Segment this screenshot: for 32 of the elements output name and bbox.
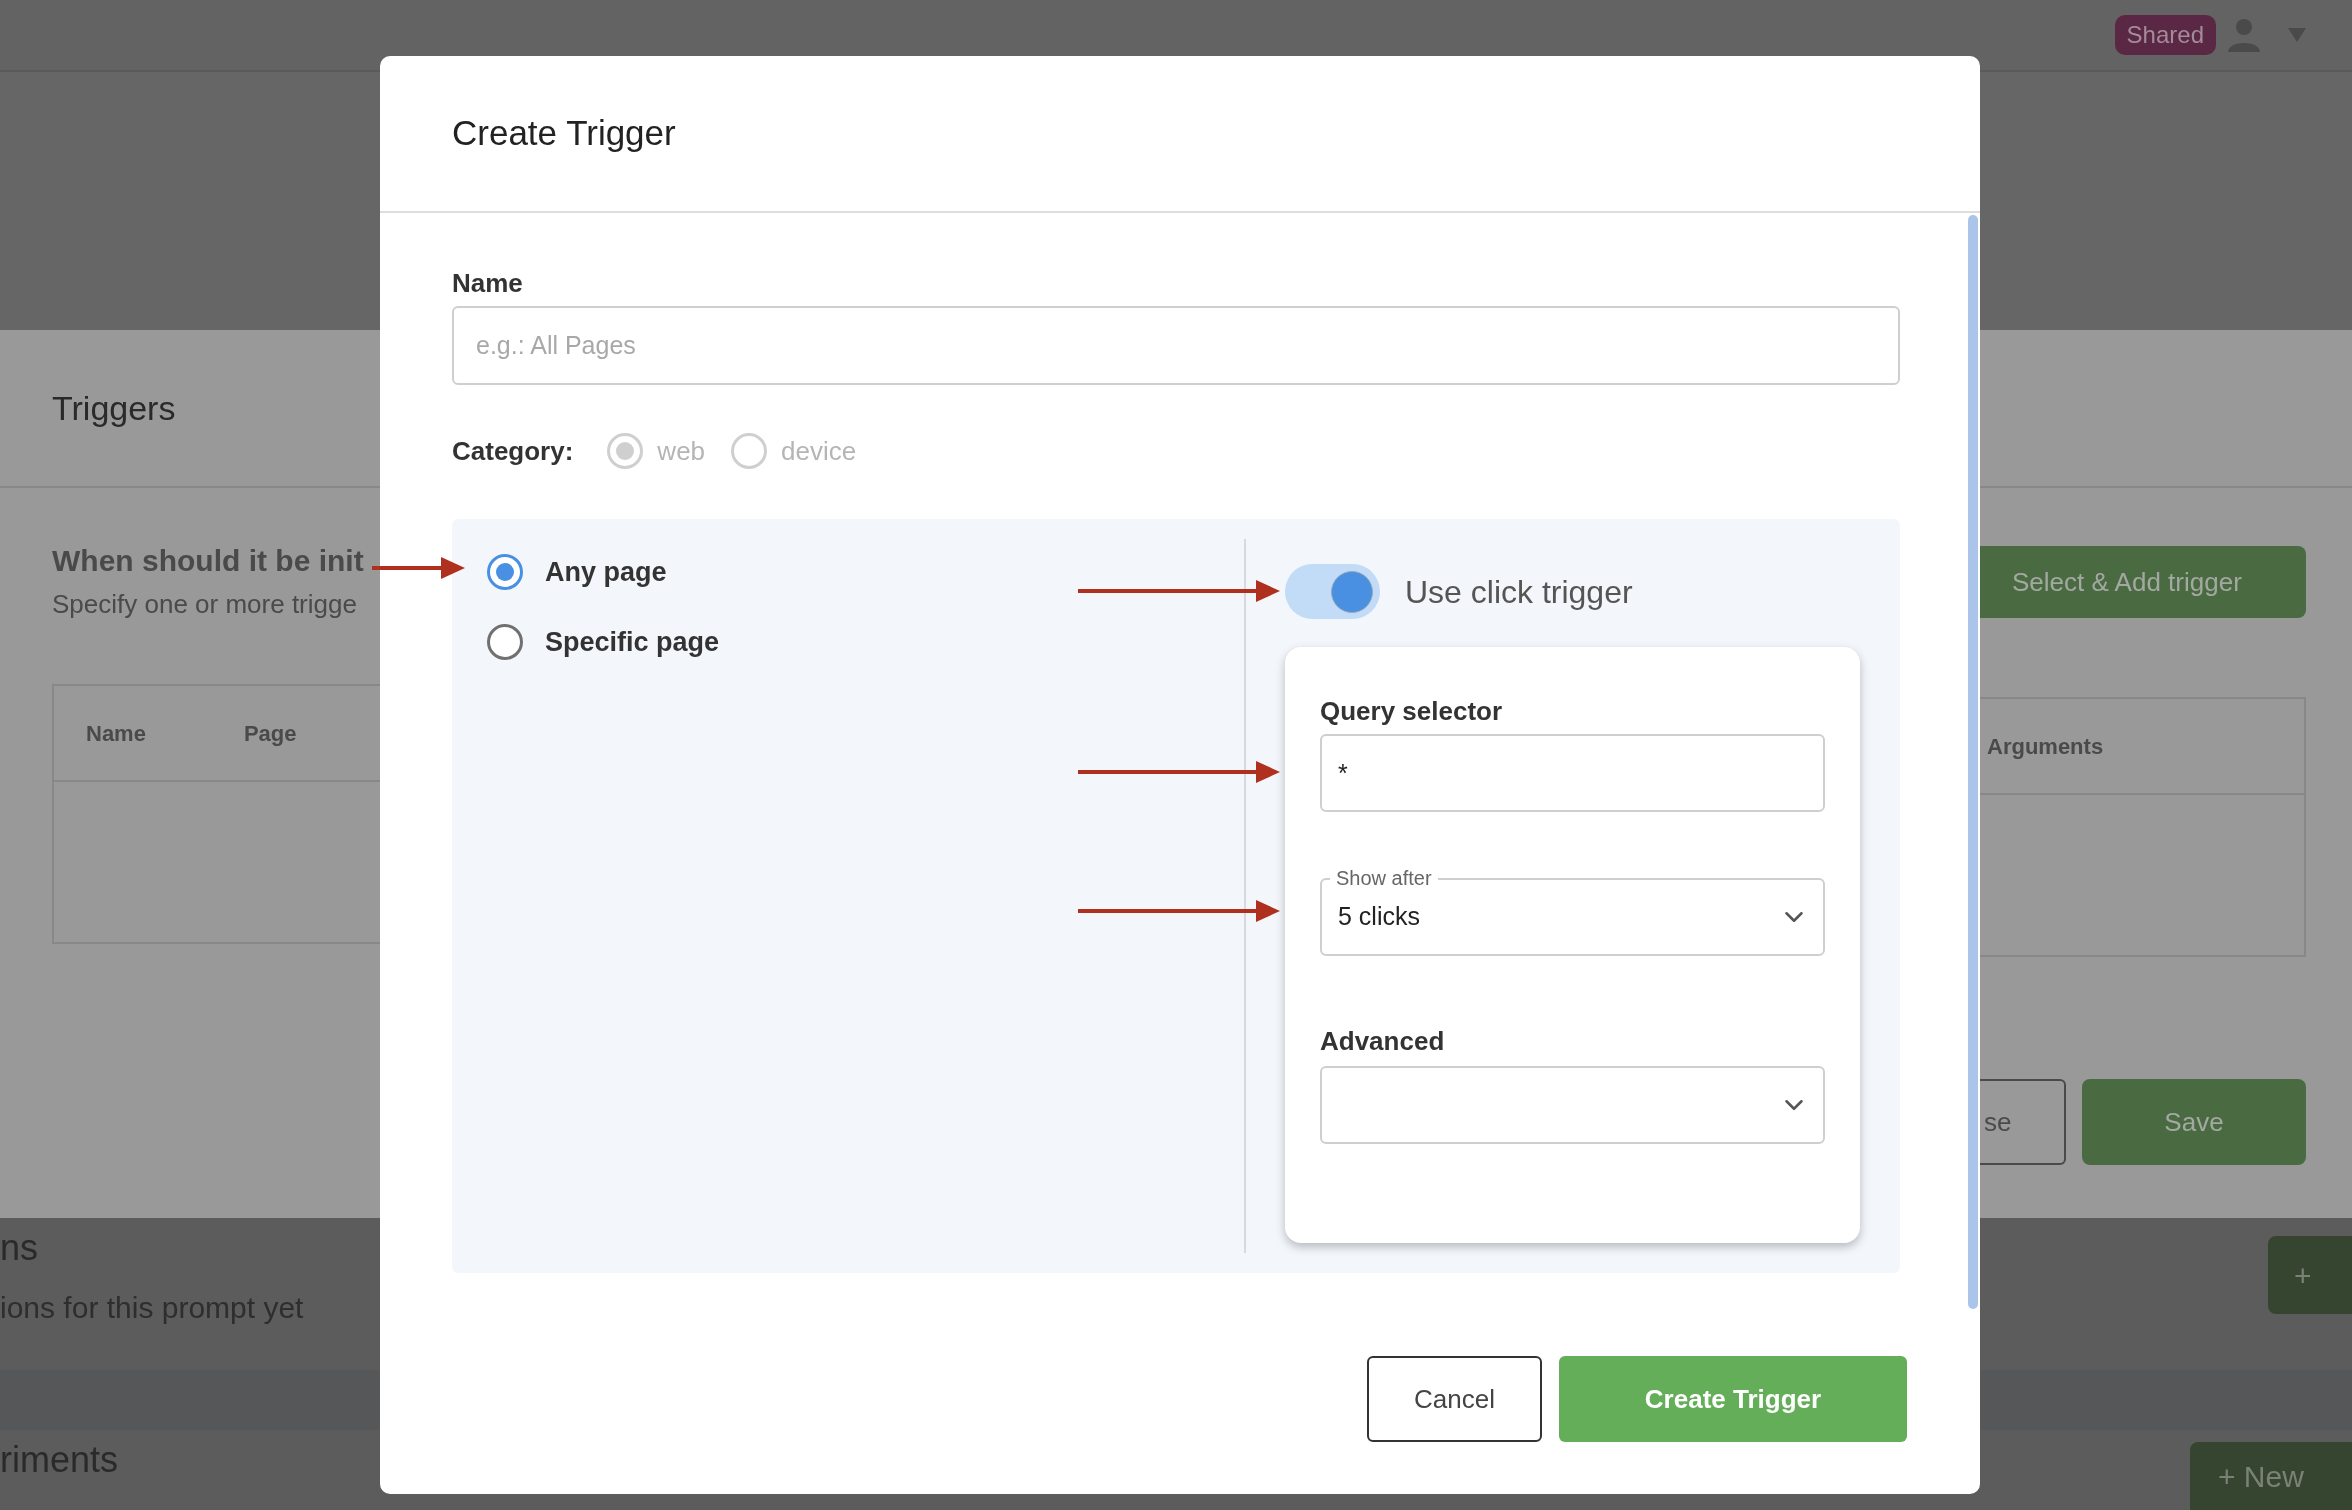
category-label: Category:: [452, 434, 574, 468]
save-button[interactable]: Save: [2082, 1079, 2306, 1165]
question-text: When should it be init: [51, 543, 365, 579]
radio-label: Specific page: [545, 625, 720, 659]
column-header: Name: [86, 719, 146, 748]
column-header: Page: [243, 719, 297, 748]
field-label: Name: [452, 269, 524, 297]
user-icon[interactable]: [2226, 18, 2262, 52]
radio-label: web: [657, 434, 706, 468]
name-field[interactable]: e.g.: All Pages: [452, 306, 1900, 385]
scrollbar-thumb[interactable]: [1968, 215, 1978, 1309]
field-label: Advanced: [1320, 1027, 1446, 1055]
create-trigger-button[interactable]: Create Trigger: [1559, 1356, 1907, 1442]
caret-icon[interactable]: [2288, 28, 2306, 42]
add-trigger-button[interactable]: Select & Add trigger: [1980, 546, 2306, 618]
advanced-select[interactable]: [1320, 1066, 1825, 1144]
add-button[interactable]: +: [2268, 1236, 2352, 1314]
field-label: Query selector: [1320, 697, 1504, 725]
toggle-label: Use click trigger: [1405, 572, 1633, 612]
shared-badge: Shared: [2114, 15, 2216, 55]
column-header: Arguments: [1987, 732, 2104, 761]
new-button[interactable]: + New: [2190, 1442, 2352, 1510]
query-selector-field[interactable]: *: [1320, 734, 1825, 812]
toggle-switch[interactable]: [1285, 564, 1380, 619]
dialog-title: Create Trigger: [452, 112, 676, 155]
radio-label: Any page: [545, 556, 667, 589]
radio-label: device: [781, 434, 857, 468]
hint-text: Specify one or more trigge: [51, 588, 358, 621]
radio-button[interactable]: [487, 623, 523, 660]
cancel-button[interactable]: Cancel: [1367, 1356, 1542, 1442]
panel-title: Triggers: [52, 387, 176, 429]
radio-button[interactable]: [487, 554, 523, 591]
